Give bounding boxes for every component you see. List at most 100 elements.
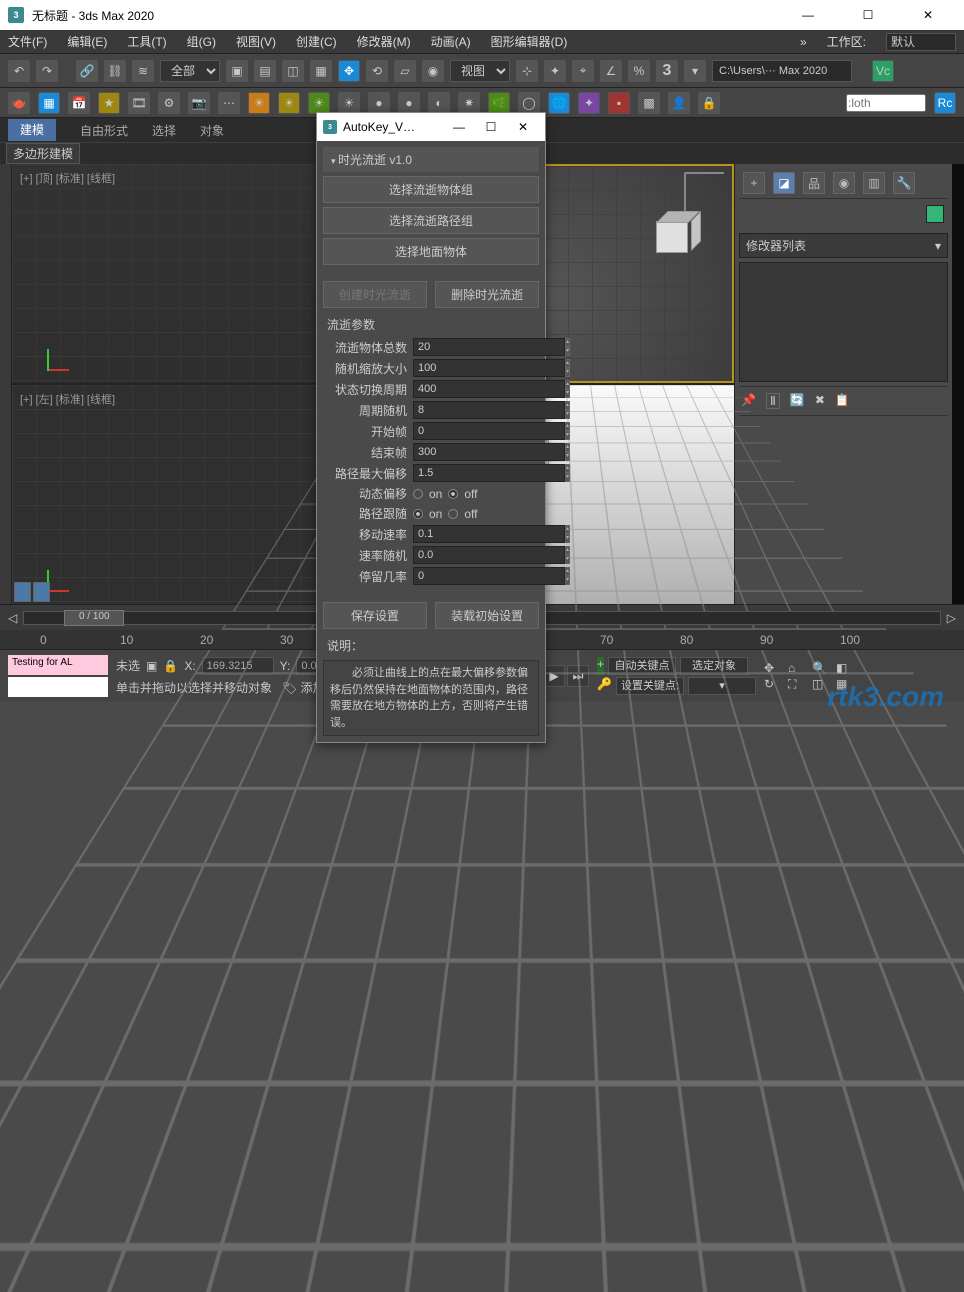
teapot-icon[interactable]: 🫖 (8, 92, 30, 114)
switch-period-input[interactable] (413, 380, 565, 398)
viewport-layout-icon[interactable] (14, 582, 50, 602)
sphere1-icon[interactable]: ● (368, 92, 390, 114)
dialog-maximize-button[interactable]: ☐ (475, 120, 507, 134)
dialog-close-button[interactable]: ✕ (507, 120, 539, 134)
pivot-icon[interactable]: ⊹ (516, 60, 538, 82)
sphere2-icon[interactable]: ● (398, 92, 420, 114)
panel-icon[interactable]: ▦ (38, 92, 60, 114)
sun3-icon[interactable]: ☀ (308, 92, 330, 114)
viewport-left-label[interactable]: [+] [左] [标准] [线框] (20, 391, 115, 407)
modifier-stack[interactable] (739, 262, 948, 382)
galaxy-icon[interactable]: ✦ (578, 92, 600, 114)
time-slider-handle[interactable]: 0 / 100 (64, 610, 124, 626)
motion-panel-icon[interactable]: ◉ (833, 172, 855, 194)
dialog-titlebar[interactable]: 3 AutoKey_V… — ☐ ✕ (317, 113, 545, 141)
path-follow-off-radio[interactable] (448, 509, 458, 519)
start-frame-input[interactable] (413, 422, 565, 440)
date-icon[interactable]: 📅 (68, 92, 90, 114)
sphere3-icon[interactable]: ◐ (428, 92, 450, 114)
minimize-button[interactable]: — (788, 3, 828, 27)
select-ground-button[interactable]: 选择地面物体 (323, 238, 539, 265)
unlink-icon[interactable]: ⛓ (104, 60, 126, 82)
burst-icon[interactable]: ✷ (458, 92, 480, 114)
modify-panel-icon[interactable]: ◪ (773, 172, 795, 194)
tab-modeling[interactable]: 建模 (8, 119, 56, 141)
dynamic-offset-off-radio[interactable] (448, 489, 458, 499)
placement-icon[interactable]: ◉ (422, 60, 444, 82)
random-scale-input[interactable] (413, 359, 565, 377)
isolate-icon[interactable]: ▣ (146, 659, 157, 673)
path-display[interactable] (712, 60, 852, 82)
link-icon[interactable]: 🔗 (76, 60, 98, 82)
selection-filter-dropdown[interactable]: 全部 (160, 60, 220, 82)
object-color-swatch[interactable] (926, 205, 944, 223)
timeline-end-icon[interactable]: ▷ (947, 611, 956, 625)
person-icon[interactable]: 👤 (668, 92, 690, 114)
maximize-button[interactable]: ☐ (848, 3, 888, 27)
menu-tools[interactable]: 工具(T) (127, 33, 166, 50)
menu-group[interactable]: 组(G) (187, 33, 216, 50)
maxscript-listener[interactable]: Testing for AL (8, 655, 108, 675)
menu-create[interactable]: 创建(C) (296, 33, 337, 50)
unique-icon[interactable]: 🔄 (790, 393, 805, 409)
roll-icon[interactable]: 🎞 (128, 92, 150, 114)
menu-file[interactable]: 文件(F) (8, 33, 47, 50)
rollout-header[interactable]: 时光流逝 v1.0 (323, 147, 539, 172)
save-settings-button[interactable]: 保存设置 (323, 602, 427, 629)
stay-chance-input[interactable] (413, 567, 565, 585)
menu-view[interactable]: 视图(V) (236, 33, 276, 50)
camera-icon[interactable]: 📷 (188, 92, 210, 114)
tab-object[interactable]: 对象 (200, 122, 224, 139)
viewcube-icon[interactable] (684, 172, 724, 212)
globe-icon[interactable]: 🌐 (548, 92, 570, 114)
create-button[interactable]: 创建时光流逝 (323, 281, 427, 308)
max-offset-input[interactable] (413, 464, 565, 482)
lock-selection-icon[interactable]: 🔒 (163, 659, 178, 673)
select-icon[interactable]: ▣ (226, 60, 248, 82)
sun2-icon[interactable]: ☀ (278, 92, 300, 114)
select-group-button[interactable]: 选择流逝物体组 (323, 176, 539, 203)
mat-icon[interactable]: ▪ (608, 92, 630, 114)
ref-coord-dropdown[interactable]: 视图 (450, 60, 510, 82)
configure-icon[interactable]: 📋 (835, 393, 850, 409)
sun1-icon[interactable]: ☀ (248, 92, 270, 114)
viewcube[interactable] (656, 216, 696, 256)
move-speed-input[interactable] (413, 525, 565, 543)
lock-icon[interactable]: 🔒 (698, 92, 720, 114)
rotate-icon[interactable]: ⟲ (366, 60, 388, 82)
utilities-panel-icon[interactable]: 🔧 (893, 172, 915, 194)
path-follow-on-radio[interactable] (413, 509, 423, 519)
show-end-icon[interactable]: Ⅱ (766, 393, 780, 409)
menu-edit[interactable]: 编辑(E) (67, 33, 107, 50)
end-frame-input[interactable] (413, 443, 565, 461)
workspace-dropdown[interactable] (886, 33, 956, 51)
rect-select-icon[interactable]: ◫ (282, 60, 304, 82)
select-name-icon[interactable]: ▤ (254, 60, 276, 82)
modifier-list-dropdown[interactable]: 修改器列表▾ (739, 233, 948, 258)
rc-button[interactable]: Rc (934, 92, 956, 114)
spinner-snap-icon[interactable]: 3 (656, 60, 678, 82)
star-icon[interactable]: ★ (98, 92, 120, 114)
menu-grapheditor[interactable]: 图形编辑器(D) (491, 33, 568, 50)
search-input[interactable] (846, 94, 926, 112)
redo-icon[interactable]: ↷ (36, 60, 58, 82)
scale-icon[interactable]: ▱ (394, 60, 416, 82)
menu-animation[interactable]: 动画(A) (431, 33, 471, 50)
total-count-input[interactable] (413, 338, 565, 356)
hierarchy-panel-icon[interactable]: 品 (803, 172, 825, 194)
vc-icon[interactable]: Vc (872, 60, 894, 82)
bind-icon[interactable]: ≋ (132, 60, 154, 82)
ring-icon[interactable]: ◯ (518, 92, 540, 114)
tab-freeform[interactable]: 自由形式 (80, 122, 128, 139)
plant-icon[interactable]: 🌿 (488, 92, 510, 114)
timeline-start-icon[interactable]: ◁ (8, 611, 17, 625)
dialog-minimize-button[interactable]: — (443, 120, 475, 134)
load-settings-button[interactable]: 装载初始设置 (435, 602, 539, 629)
display-panel-icon[interactable]: ▥ (863, 172, 885, 194)
tab-selection[interactable]: 选择 (152, 122, 176, 139)
overflow-icon[interactable]: » (800, 35, 807, 49)
checker-icon[interactable]: ▩ (638, 92, 660, 114)
subtab-polymodel[interactable]: 多边形建模 (6, 143, 80, 164)
window-crossing-icon[interactable]: ▦ (310, 60, 332, 82)
select-path-button[interactable]: 选择流逝路径组 (323, 207, 539, 234)
